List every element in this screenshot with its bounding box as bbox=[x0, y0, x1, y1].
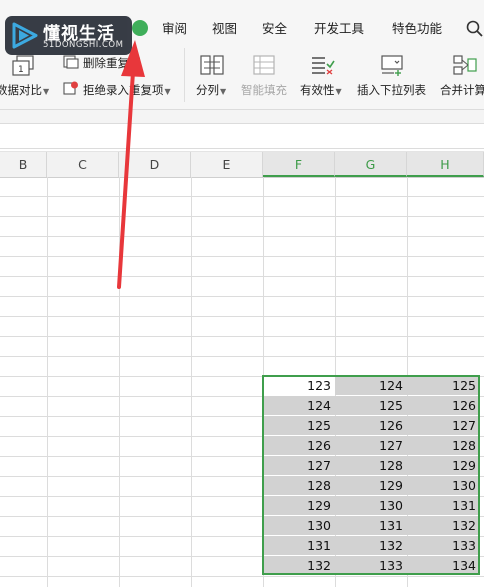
grid-column-line bbox=[47, 177, 48, 587]
column-header-c[interactable]: C bbox=[47, 152, 119, 177]
tab-view[interactable]: 视图 bbox=[212, 19, 237, 39]
smart-fill-button: 智能填充 bbox=[241, 82, 287, 98]
data-compare-label: 数据对比 bbox=[0, 83, 42, 97]
formula-bar[interactable] bbox=[0, 124, 484, 149]
grid-row-line bbox=[0, 296, 484, 297]
insert-dropdown-icon bbox=[381, 55, 403, 76]
status-dot bbox=[132, 20, 148, 36]
grid-row-line bbox=[0, 256, 484, 257]
merge-calculation-icon bbox=[453, 55, 477, 75]
insert-dropdown-button[interactable]: 插入下拉列表 bbox=[357, 82, 426, 98]
merge-calculation-label: 合并计算 bbox=[440, 83, 484, 97]
data-compare-icon: 1 bbox=[12, 55, 34, 76]
grid-row-line bbox=[0, 356, 484, 357]
reject-duplicates-button[interactable]: 拒绝录入重复项▼ bbox=[83, 82, 171, 98]
grid-row-line bbox=[0, 336, 484, 337]
chevron-down-icon: ▼ bbox=[220, 87, 227, 96]
grid-row-line bbox=[0, 196, 484, 197]
grid-row-line bbox=[0, 216, 484, 217]
delete-duplicates-button[interactable]: 删除重复项 bbox=[83, 55, 141, 71]
data-compare-button[interactable]: 数据对比▼ bbox=[0, 82, 49, 98]
ribbon-divider bbox=[184, 48, 185, 102]
tab-security[interactable]: 安全 bbox=[262, 19, 287, 39]
insert-dropdown-label: 插入下拉列表 bbox=[357, 83, 426, 97]
play-logo-icon bbox=[12, 22, 38, 49]
validity-label: 有效性 bbox=[300, 83, 335, 97]
tab-review[interactable]: 审阅 bbox=[162, 19, 187, 39]
svg-text:1: 1 bbox=[18, 65, 24, 75]
grid-column-line bbox=[119, 177, 120, 587]
validity-button[interactable]: 有效性▼ bbox=[300, 82, 342, 98]
column-header-d[interactable]: D bbox=[119, 152, 191, 177]
grid-column-line bbox=[191, 177, 192, 587]
merge-calculation-button[interactable]: 合并计算 bbox=[440, 82, 484, 98]
grid-row-line bbox=[0, 276, 484, 277]
grid-row-line bbox=[0, 316, 484, 317]
smart-fill-label: 智能填充 bbox=[241, 83, 287, 97]
delete-duplicates-label: 删除重复项 bbox=[83, 56, 141, 70]
split-columns-button[interactable]: 分列▼ bbox=[196, 82, 226, 98]
logo-subtitle: 51DONGSHI.COM bbox=[43, 40, 124, 50]
tab-developer-tools[interactable]: 开发工具 bbox=[314, 19, 364, 39]
column-header-f[interactable]: F bbox=[263, 152, 335, 177]
site-logo: 懂视生活 51DONGSHI.COM bbox=[5, 16, 132, 55]
selection-border bbox=[262, 375, 480, 575]
column-header-b[interactable]: B bbox=[0, 152, 47, 177]
column-header-row: B C D E F G H bbox=[0, 151, 484, 178]
split-columns-label: 分列 bbox=[196, 83, 219, 97]
toolbar-gap bbox=[0, 110, 484, 124]
delete-duplicates-icon bbox=[63, 55, 79, 69]
grid-row-line bbox=[0, 576, 484, 577]
search-icon[interactable] bbox=[466, 20, 484, 38]
grid-row-line bbox=[0, 236, 484, 237]
chevron-down-icon: ▼ bbox=[164, 87, 171, 96]
chevron-down-icon: ▼ bbox=[43, 87, 50, 96]
smart-fill-icon bbox=[253, 55, 275, 75]
column-header-g[interactable]: G bbox=[335, 152, 407, 177]
reject-duplicates-label: 拒绝录入重复项 bbox=[83, 83, 164, 97]
column-header-h[interactable]: H bbox=[407, 152, 484, 177]
tab-special-features[interactable]: 特色功能 bbox=[392, 19, 442, 39]
split-columns-icon bbox=[200, 55, 224, 75]
column-header-e[interactable]: E bbox=[191, 152, 263, 177]
validity-icon bbox=[312, 57, 335, 75]
reject-duplicates-icon bbox=[63, 81, 78, 95]
chevron-down-icon: ▼ bbox=[335, 87, 342, 96]
